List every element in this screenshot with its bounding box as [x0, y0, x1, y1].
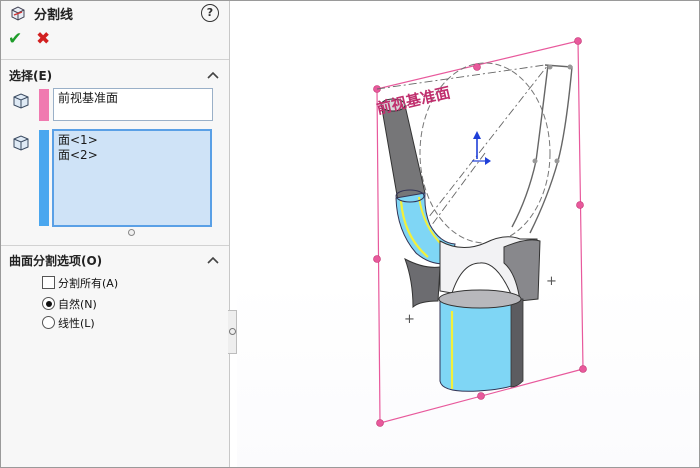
options-group-title: 曲面分割选项(O) [9, 254, 103, 268]
split-all-label: 分割所有(A) [58, 277, 119, 290]
left-fin-surface[interactable] [404, 257, 441, 309]
right-arm-outline [511, 64, 573, 234]
natural-label: 自然(N) [58, 298, 97, 311]
left-shaft-surface[interactable] [381, 100, 426, 202]
chevron-up-icon[interactable] [207, 70, 219, 80]
panel-title: 分割线 [34, 8, 74, 23]
face-cube-icon [13, 135, 29, 151]
property-manager-panel: 分割线 ? ✔ ✖ 选择(E) 前视基准面 面<1> 面<2> 曲面分割选项(O… [1, 1, 230, 467]
model-scene[interactable]: + + 前视基准面 [237, 1, 699, 467]
list-resize-handle[interactable] [128, 229, 135, 236]
list-item[interactable]: 面<2> [58, 148, 206, 163]
divider [1, 245, 229, 246]
question-circle-icon[interactable]: ? [201, 4, 219, 22]
crosshair-marker: + [404, 312, 415, 327]
front-plane-label[interactable]: 前视基准面 [375, 83, 452, 117]
close-x-icon[interactable]: ✖ [36, 30, 52, 48]
faces-selection-list[interactable]: 面<1> 面<2> [52, 129, 212, 227]
plane-selection-value: 前视基准面 [58, 91, 119, 105]
split-all-checkbox[interactable] [42, 276, 55, 289]
splitter-grip-dot [229, 328, 236, 335]
natural-radio[interactable] [42, 297, 55, 310]
panel-header: 分割线 ? [1, 1, 229, 25]
origin-triad-icon [472, 131, 491, 165]
plane-selection-field[interactable]: 前视基准面 [53, 88, 213, 121]
graphics-viewport[interactable]: + + 前视基准面 [237, 1, 699, 467]
plane-color-swatch [39, 89, 49, 121]
checkmark-icon[interactable]: ✔ [8, 30, 26, 48]
list-item[interactable]: 面<1> [58, 133, 206, 148]
chevron-up-icon[interactable] [207, 255, 219, 265]
selection-group-title: 选择(E) [9, 69, 53, 83]
divider [1, 59, 229, 60]
faces-color-swatch [39, 130, 49, 226]
split-line-icon [11, 6, 25, 21]
linear-label: 线性(L) [58, 317, 95, 330]
panel-splitter-handle[interactable] [228, 310, 237, 354]
crosshair-marker: + [546, 274, 557, 289]
linear-radio[interactable] [42, 316, 55, 329]
cylinder-top-cap [438, 289, 522, 309]
cylinder-dark-side [510, 298, 524, 388]
plane-cube-icon [13, 93, 29, 109]
